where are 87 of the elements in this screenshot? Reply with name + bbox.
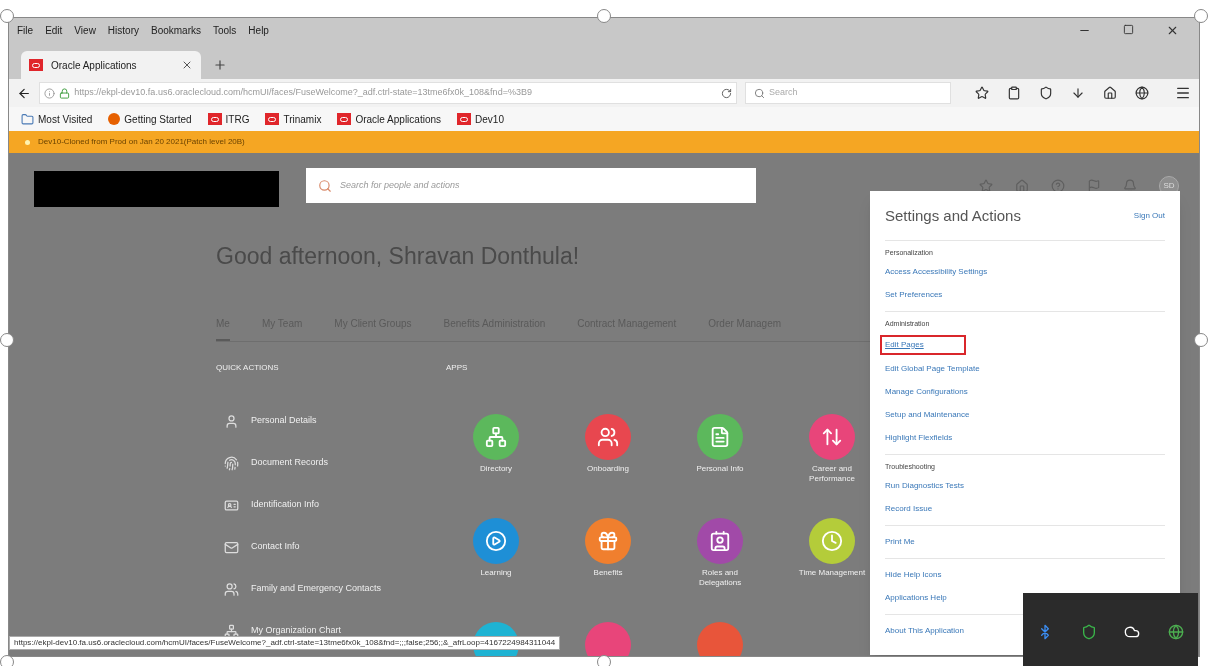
app-tile[interactable]: Benefits — [558, 518, 658, 604]
clipboard-icon[interactable] — [1007, 86, 1021, 100]
bookmark-link[interactable]: Trinamix — [265, 111, 322, 127]
resize-handle[interactable] — [0, 655, 14, 666]
favorites-icon[interactable] — [979, 179, 993, 193]
help-icon[interactable] — [1051, 179, 1065, 193]
resize-handle[interactable] — [1194, 333, 1208, 347]
menu-link[interactable]: About This Application — [885, 622, 964, 640]
maximize-icon[interactable] — [1123, 24, 1134, 35]
app-tile[interactable]: Career and Performance — [782, 414, 882, 500]
menu-link[interactable]: Edit Global Page Template — [885, 359, 980, 378]
close-icon[interactable] — [1166, 24, 1179, 37]
menu-icon[interactable] — [1175, 85, 1191, 101]
menu-link[interactable]: Access Accessibility Settings — [885, 263, 988, 281]
app-tile[interactable]: Directory — [446, 414, 546, 500]
menu-link[interactable]: Manage Configurations — [885, 382, 968, 401]
lock-icon — [59, 87, 71, 99]
shield-icon[interactable] — [1039, 86, 1053, 100]
menu-item[interactable]: Edit — [45, 23, 63, 38]
menu-item[interactable]: Help — [248, 23, 269, 38]
download-icon[interactable] — [1071, 86, 1085, 100]
quick-action-icon — [224, 455, 239, 471]
app-tile[interactable]: Roles and Delegations — [670, 518, 770, 604]
oracle-icon — [207, 113, 222, 125]
app-tile[interactable]: Onboarding — [558, 414, 658, 500]
bell-icon[interactable] — [1123, 179, 1137, 193]
bookmark-link[interactable]: Most Visited — [21, 111, 93, 127]
menu-link[interactable]: Record Issue — [885, 500, 933, 518]
bookmark-link[interactable]: Dev10 — [457, 111, 504, 127]
new-tab-icon[interactable] — [213, 58, 227, 72]
search-icon — [318, 178, 332, 193]
menu-link[interactable]: Print Me — [885, 533, 915, 551]
oracle-icon — [29, 59, 43, 71]
menu-link[interactable]: Run Diagnostics Tests — [885, 477, 964, 495]
close-tab-icon[interactable] — [181, 59, 193, 71]
quick-action-link[interactable]: Document Records — [224, 454, 446, 472]
app-tile[interactable]: Personal Info — [670, 414, 770, 500]
resize-handle[interactable] — [0, 333, 14, 347]
quick-action-link[interactable]: Contact Info — [224, 538, 446, 556]
menu-title: Settings and Actions — [885, 206, 1021, 226]
app-tile[interactable]: Time Management — [782, 518, 882, 604]
shield-icon[interactable] — [1080, 623, 1097, 640]
flag-icon[interactable] — [1087, 179, 1101, 193]
resize-handle[interactable] — [0, 9, 14, 23]
menu-link[interactable]: Highlight Flexfields — [885, 428, 953, 447]
info-icon — [44, 87, 56, 99]
menu-item[interactable]: File — [17, 23, 34, 38]
search-icon — [753, 87, 765, 99]
menu-link[interactable]: Set Preferences — [885, 286, 943, 304]
menu-item[interactable]: Bookmarks — [151, 23, 201, 38]
oracle-icon — [337, 113, 352, 125]
quick-action-icon — [224, 413, 239, 429]
oracle-icon — [457, 113, 472, 125]
menu-link[interactable]: Edit Pages — [880, 334, 966, 355]
quick-action-link[interactable]: Identification Info — [224, 496, 446, 514]
bookmark-link[interactable]: Oracle Applications — [337, 111, 442, 127]
home-icon[interactable] — [1103, 86, 1117, 100]
section-heading: APPS — [446, 362, 468, 374]
section-heading: QUICK ACTIONS — [216, 362, 279, 374]
resize-handle[interactable] — [597, 9, 611, 23]
resize-handle[interactable] — [597, 655, 611, 666]
quick-action-link[interactable]: Personal Details — [224, 412, 446, 430]
menu-item[interactable]: Tools — [213, 23, 237, 38]
reload-icon[interactable] — [720, 87, 732, 99]
people-search-field[interactable]: Search for people and actions — [306, 168, 756, 203]
home-icon[interactable] — [1015, 179, 1029, 193]
resize-handle[interactable] — [1194, 9, 1208, 23]
menu-item[interactable]: History — [107, 23, 139, 38]
oracle-icon — [265, 113, 280, 125]
menu-link[interactable]: Setup and Maintenance — [885, 405, 970, 424]
status-url: https://ekpl-dev10.fa.us6.oraclecloud.com/hcmUI/faces/FuseWelcome?_adf.ctrl-state=13tme6fx0k_108&fnd=;;;false;256;;&_afrLoop=4167224984311044 — [9, 636, 561, 650]
quick-action-icon — [224, 581, 239, 597]
menu-link[interactable]: Applications Help — [885, 589, 947, 607]
menu-item[interactable]: View — [74, 23, 96, 38]
app-tile[interactable]: Learning — [446, 518, 546, 604]
quick-action-icon — [224, 539, 239, 555]
browser-tab[interactable]: Oracle Applications — [21, 51, 201, 79]
notice-text: Dev10-Cloned from Prod on Jan 20 2021(Patch level 20B) — [38, 136, 245, 148]
bookmark-link[interactable]: ITRG — [207, 111, 250, 127]
menu-link[interactable]: Hide Help Icons — [885, 566, 942, 584]
quick-action-link[interactable]: Family and Emergency Contacts — [224, 580, 446, 598]
folder-icon — [21, 112, 34, 126]
address-field[interactable]: https://ekpl-dev10.fa.us6.oraclecloud.com/hcmUI/faces/FuseWelcome?_adf.ctrl-state=13tme6fx0k_108&fnd=%3B9 — [39, 82, 737, 104]
sign-out-link[interactable]: Sign Out — [1133, 210, 1165, 223]
quick-action-icon — [224, 497, 239, 513]
bookmark-link[interactable]: Getting Started — [108, 111, 192, 127]
star-icon[interactable] — [975, 86, 989, 100]
